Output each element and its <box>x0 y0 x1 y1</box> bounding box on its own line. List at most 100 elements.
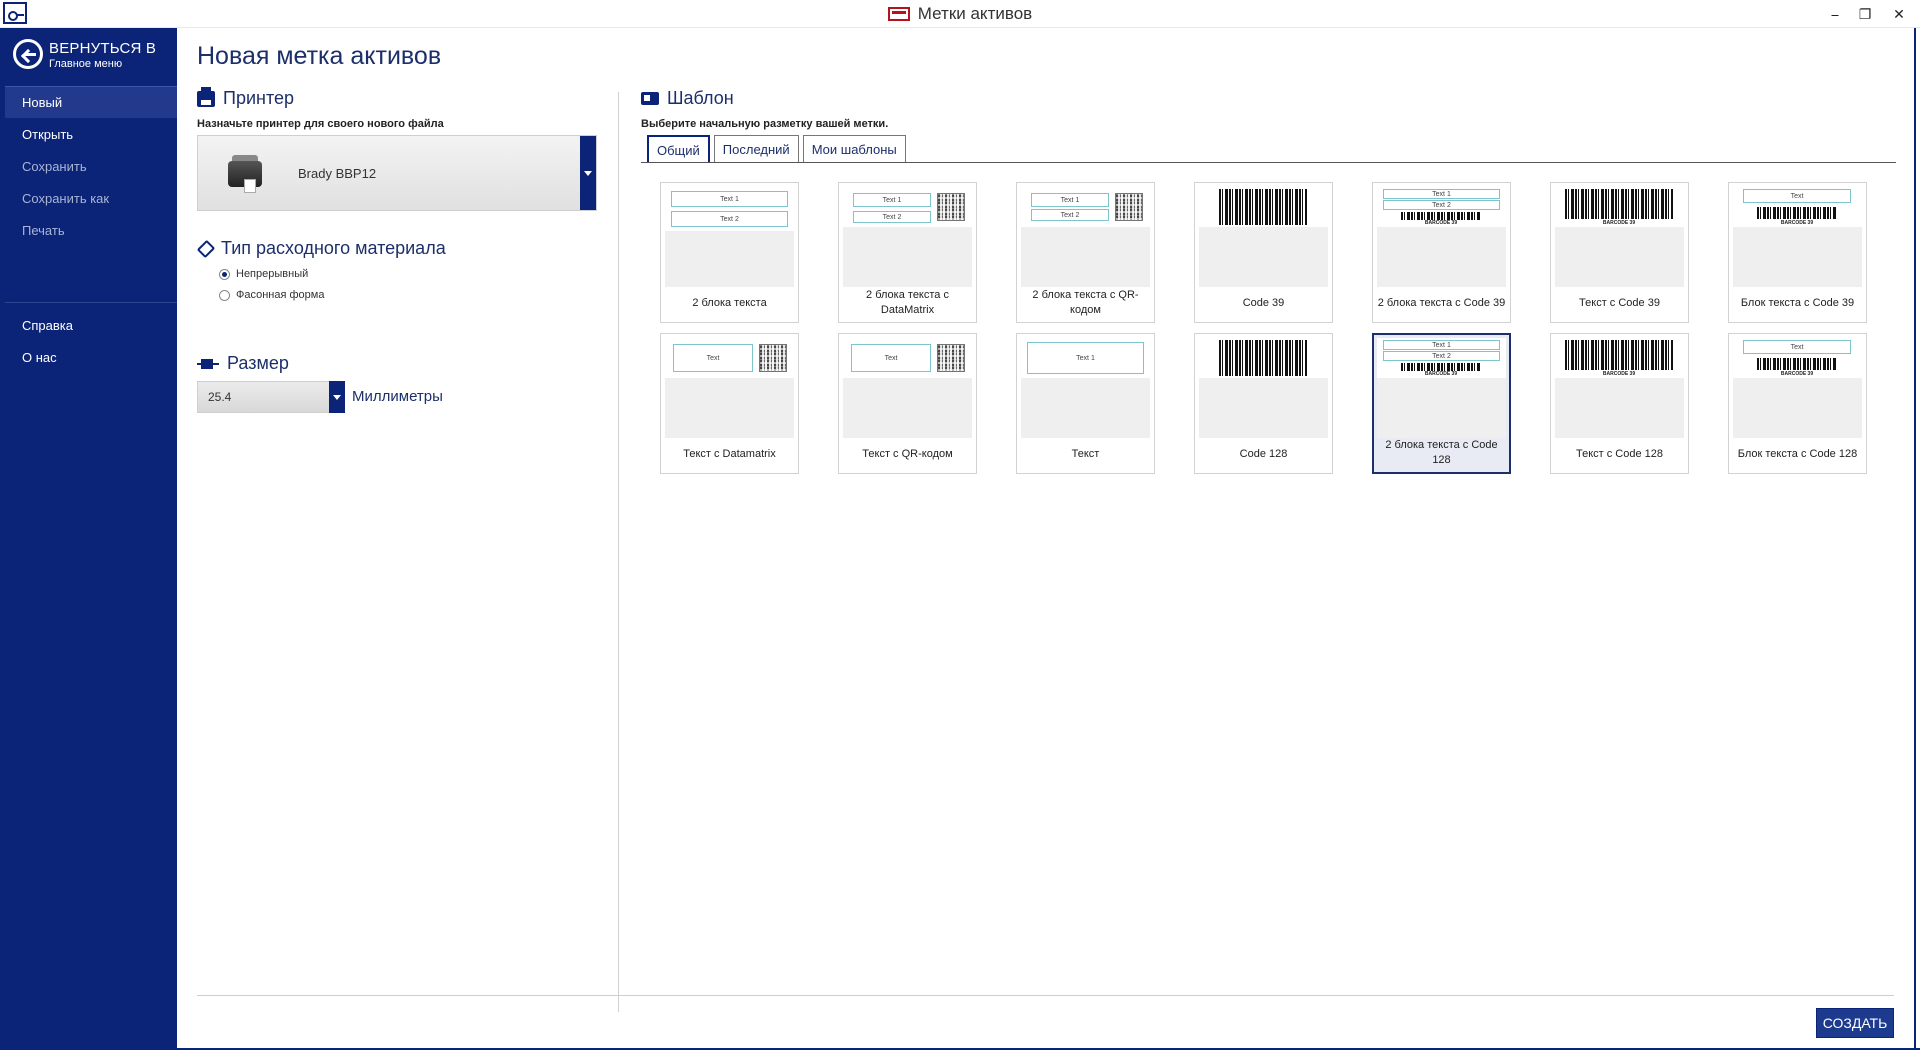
template-preview: Text BARCODE 39 <box>1733 338 1862 438</box>
template-tile-text-code-39[interactable]: BARCODE 39 Текст с Code 39 <box>1550 182 1689 323</box>
template-label: 2 блока текста с Code 39 <box>1377 296 1506 309</box>
size-unit-label: Миллиметры <box>352 388 443 405</box>
sidebar-item-about[interactable]: О нас <box>5 341 177 373</box>
printer-selected-value: Brady BBP12 <box>298 165 377 181</box>
template-preview: Text 1 Text 2 BARCODE 39 <box>1377 187 1506 287</box>
template-tile-code-128[interactable]: Code 128 <box>1194 333 1333 474</box>
template-preview <box>1199 338 1328 438</box>
barcode-icon <box>1401 212 1481 220</box>
template-label: 2 блока текста с DataMatrix <box>866 289 949 316</box>
printer-heading-text: Принтер <box>223 88 295 108</box>
back-subtitle: Главное меню <box>49 58 123 70</box>
ruler-icon <box>197 358 219 370</box>
template-tile-text-block-code-39[interactable]: Text BARCODE 39 Блок текста с Code 39 <box>1728 182 1867 323</box>
preview-text-box: Text 1 <box>1027 342 1144 374</box>
template-label: Текст с Datamatrix <box>683 447 776 460</box>
template-preview: BARCODE 39 <box>1555 338 1684 438</box>
preview-text-box: Text 2 <box>853 211 931 223</box>
maximize-button[interactable]: ❐ <box>1850 3 1880 25</box>
preview-text-box: Text 1 <box>853 193 931 207</box>
template-tile-text[interactable]: Text 1 Текст <box>1016 333 1155 474</box>
sidebar-item-new[interactable]: Новый <box>5 86 177 118</box>
template-tile-text-code-128[interactable]: BARCODE 39 Текст с Code 128 <box>1550 333 1689 474</box>
title-wrap: Метки активов <box>0 0 1920 28</box>
minimize-button[interactable]: ⎯ <box>1820 3 1850 25</box>
template-label: 2 блока текста с QR-кодом <box>1032 289 1139 316</box>
template-preview: Text <box>843 338 972 438</box>
template-tile-2-text-code-128[interactable]: Text 1 Text 2 BARCODE 39 2 блока текста … <box>1372 333 1511 474</box>
radio-label: Непрерывный <box>236 268 309 280</box>
barcode-icon <box>1565 340 1673 370</box>
radio-continuous[interactable]: Непрерывный <box>219 268 308 280</box>
barcode-caption: BARCODE 39 <box>1424 220 1458 226</box>
tab-my-templates[interactable]: Мои шаблоны <box>802 135 906 162</box>
sidebar-item-open[interactable]: Открыть <box>5 118 177 150</box>
template-tile-text-qr[interactable]: Text Текст с QR-кодом <box>838 333 977 474</box>
back-arrow-icon <box>13 39 43 69</box>
template-label: Code 39 <box>1242 296 1285 309</box>
chevron-down-icon[interactable] <box>329 381 345 413</box>
template-preview: Text 1 Text 2 <box>1021 187 1150 287</box>
sidebar-item-save-as[interactable]: Сохранить как <box>5 182 177 214</box>
preview-text-box: Text <box>1743 340 1851 354</box>
sidebar-divider <box>5 302 177 303</box>
printer-icon <box>197 86 215 107</box>
barcode-caption: BARCODE 39 <box>1780 220 1814 226</box>
preview-text-box: Text <box>673 344 753 372</box>
datamatrix-icon <box>759 344 787 372</box>
template-preview: Text BARCODE 39 <box>1733 187 1862 287</box>
template-tabs: Общий Последний Мои шаблоны <box>647 135 906 163</box>
radio-die-cut[interactable]: Фасонная форма <box>219 289 324 301</box>
template-preview: Text 1 Text 2 BARCODE 39 <box>1377 338 1506 438</box>
tab-recent[interactable]: Последний <box>713 135 799 162</box>
create-button[interactable]: СОЗДАТЬ <box>1816 1008 1894 1038</box>
template-tile-code-39[interactable]: Code 39 <box>1194 182 1333 323</box>
template-grid: Text 1 Text 2 2 блока текста Text 1 Text… <box>660 182 1867 474</box>
preview-text-box: Text <box>851 344 931 372</box>
template-tile-2-text-blocks[interactable]: Text 1 Text 2 2 блока текста <box>660 182 799 323</box>
qr-code-icon <box>937 344 965 372</box>
template-preview: BARCODE 39 <box>1555 187 1684 287</box>
chevron-down-icon[interactable] <box>580 136 596 210</box>
radio-button-selected[interactable] <box>219 268 230 280</box>
back-title: ВЕРНУТЬСЯ В <box>49 40 157 57</box>
template-label: Текст с QR-кодом <box>862 447 953 460</box>
template-tile-2-text-qr[interactable]: Text 1 Text 2 2 блока текста с QR-кодом <box>1016 182 1155 323</box>
template-tile-text-datamatrix[interactable]: Text Текст с Datamatrix <box>660 333 799 474</box>
datamatrix-icon <box>937 193 965 221</box>
size-heading-text: Размер <box>227 353 289 373</box>
printer-dropdown[interactable]: Brady BBP12 <box>197 135 597 211</box>
barcode-caption: BARCODE 39 <box>1602 371 1636 377</box>
template-tile-text-block-code-128[interactable]: Text BARCODE 39 Блок текста с Code 128 <box>1728 333 1867 474</box>
supply-type-heading-text: Тип расходного материала <box>221 238 446 258</box>
preview-text-box: Text 2 <box>671 211 788 227</box>
page-title: Новая метка активов <box>197 42 442 70</box>
asset-label-icon <box>887 7 910 21</box>
back-to-main-menu-button[interactable]: ВЕРНУТЬСЯ В Главное меню <box>13 36 173 82</box>
template-preview: Text 1 Text 2 <box>665 187 794 287</box>
radio-button[interactable] <box>219 289 230 301</box>
size-heading: Размер <box>197 353 289 374</box>
barcode-caption: BARCODE 39 <box>1424 371 1458 377</box>
template-tile-2-text-code-39[interactable]: Text 1 Text 2 BARCODE 39 2 блока текста … <box>1372 182 1511 323</box>
sidebar-item-print[interactable]: Печать <box>5 214 177 246</box>
barcode-caption: BARCODE 39 <box>1780 371 1814 377</box>
template-heading-text: Шаблон <box>667 88 734 108</box>
close-button[interactable]: ✕ <box>1884 3 1914 25</box>
preview-text-box: Text 1 <box>1383 340 1500 350</box>
sidebar-item-help[interactable]: Справка <box>5 309 177 341</box>
back-text: ВЕРНУТЬСЯ В Главное меню <box>49 36 156 70</box>
template-tile-2-text-datamatrix[interactable]: Text 1 Text 2 2 блока текста с DataMatri… <box>838 182 977 323</box>
template-preview: Text 1 <box>1021 338 1150 438</box>
tag-icon <box>196 239 216 258</box>
title-bar: Метки активов ⎯ ❐ ✕ <box>0 0 1920 28</box>
supply-type-heading: Тип расходного материала <box>196 238 446 259</box>
sidebar-item-save[interactable]: Сохранить <box>5 150 177 182</box>
template-label: 2 блока текста с Code 128 <box>1385 439 1498 466</box>
size-value: 25.4 <box>208 390 232 404</box>
tab-general[interactable]: Общий <box>647 135 710 163</box>
template-label: Блок текста с Code 128 <box>1737 447 1858 460</box>
size-dropdown[interactable]: 25.4 <box>197 381 345 413</box>
preview-text-box: Text 2 <box>1031 209 1109 221</box>
barcode-icon <box>1219 340 1307 376</box>
